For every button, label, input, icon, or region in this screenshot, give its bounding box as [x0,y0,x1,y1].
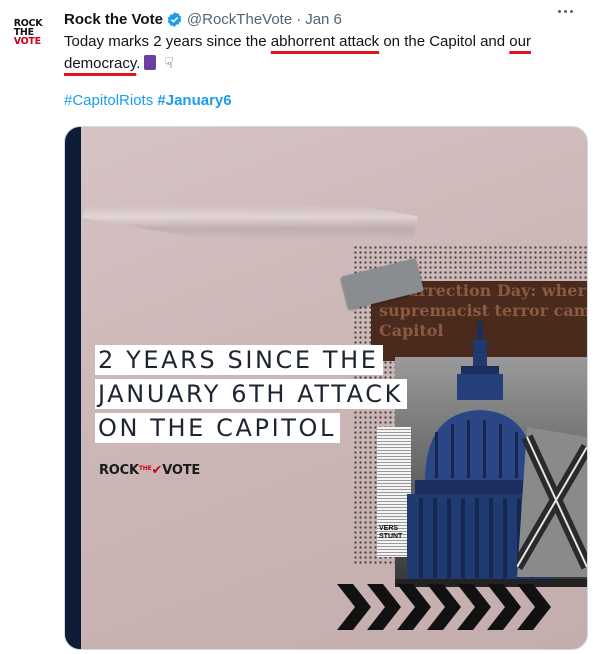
hashtags: #CapitolRiots #January6 [64,92,232,109]
tweet-media-image[interactable]: Insurrection Day: wher supremacist terro… [64,126,588,650]
rock-the-vote-brand-logo: ROCKTHE✔VOTE [99,463,201,478]
underlined-word: democracy [64,55,137,72]
hashtag-link[interactable]: #CapitolRiots [64,92,153,109]
clipping-text: VERS STUNT [379,525,403,540]
image-headline: 2 YEARS SINCE THE JANUARY 6TH ATTACK ON … [95,345,407,447]
separator-dot: · [296,10,302,28]
underlined-word: our [509,33,531,50]
hashtag-link[interactable]: #January6 [157,92,231,109]
verified-badge-icon [166,11,183,28]
confederate-flag-icon [517,427,587,577]
tweet-header: Rock the Vote @RockTheVote · Jan 6 [64,8,573,30]
author-name[interactable]: Rock the Vote [64,11,163,28]
headline-line: 2 YEARS SINCE THE [95,345,383,375]
thread-emoji-icon [144,55,157,70]
tweet-text: Today marks 2 years since the abhorrent … [64,31,574,75]
headline-line: ON THE CAPITOL [95,413,341,443]
more-options-icon[interactable] [558,10,573,13]
author-handle[interactable]: @RockTheVote [187,11,292,28]
chevron-arrows-icon [337,584,551,630]
tweet-date[interactable]: Jan 6 [305,11,342,28]
pointing-down-hand-icon: ☟ [164,55,174,72]
underlined-phrase: abhorrent attack [270,33,380,50]
headline-line: JANUARY 6TH ATTACK [95,379,407,409]
navy-side-bar [65,127,81,649]
rock-the-vote-logo: ROCK THE VOTE [13,17,43,47]
avatar[interactable]: ROCK THE VOTE [8,12,48,52]
